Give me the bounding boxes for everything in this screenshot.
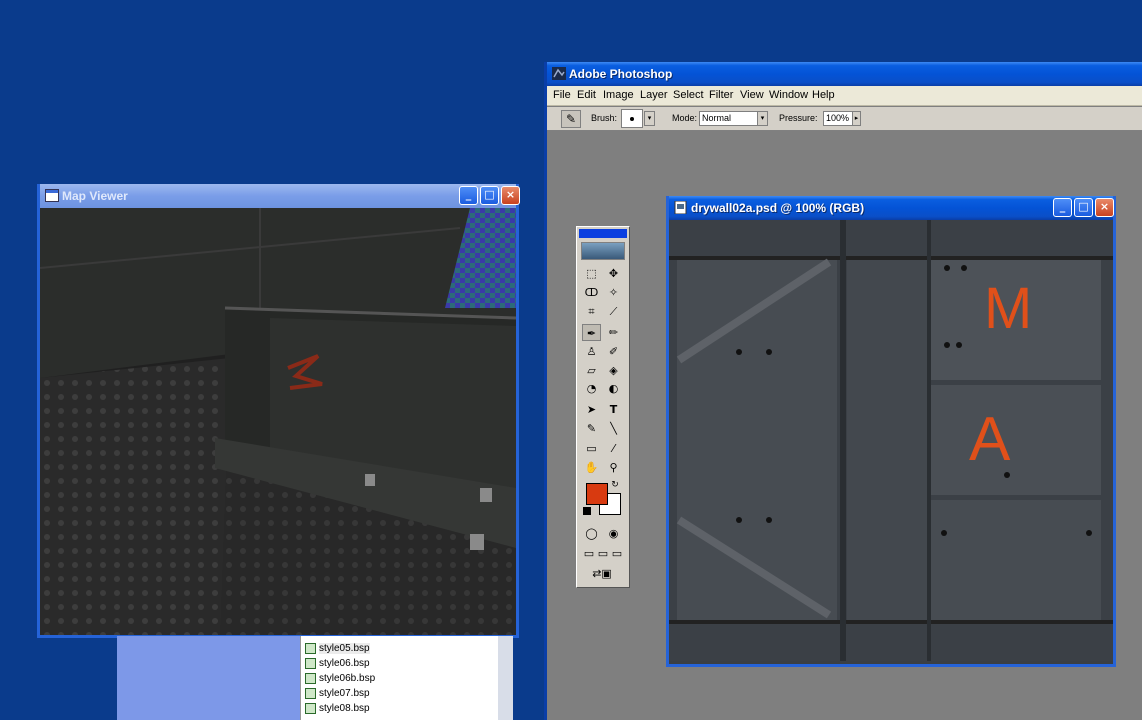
eyedropper-tool-icon[interactable]: ⁄ [604,440,623,457]
map-viewer-title: Map Viewer [62,189,128,203]
zoom-tool-icon[interactable]: ⚲ [604,459,623,476]
photoshop-title: Adobe Photoshop [569,67,673,81]
paint-letter-m: M [984,276,1032,341]
standard-mode-icon[interactable]: ◯ [582,525,601,542]
file-item[interactable]: style08.bsp [305,701,370,716]
bsp-file-icon [305,673,316,684]
pressure-slider-button[interactable]: ▸ [852,111,861,126]
mode-dropdown-button[interactable]: ▾ [757,111,768,126]
maximize-button[interactable]: □ [1074,198,1093,217]
menu-edit[interactable]: Edit [577,89,596,101]
file-item[interactable]: style07.bsp [305,686,370,701]
menu-view[interactable]: View [740,89,764,101]
file-item[interactable]: style06.bsp [305,656,370,671]
photoshop-icon [552,67,566,80]
maximize-button[interactable]: □ [480,186,499,205]
quick-mask-mode-icon[interactable]: ◉ [604,525,623,542]
brush-tool-icon[interactable]: ✎ [561,110,581,128]
magic-wand-tool-icon[interactable]: ✧ [604,284,623,301]
stamp-tool-icon[interactable]: ♙ [582,343,601,360]
menu-filter[interactable]: Filter [709,89,733,101]
crop-tool-icon[interactable]: ⌗ [582,303,601,320]
bsp-file-list[interactable]: style05.bsp style06.bsp style06b.bsp sty… [300,636,498,720]
menu-window[interactable]: Window [769,89,808,101]
airbrush-tool-icon[interactable]: ✒ [582,324,601,341]
default-colors-icon[interactable] [583,507,591,515]
menu-select[interactable]: Select [673,89,704,101]
close-button[interactable]: × [501,186,520,205]
document-icon [674,201,687,214]
drywall-texture: M A [669,220,1113,661]
file-list-scrollbar[interactable] [498,636,513,720]
marquee-tool-icon[interactable]: ⬚ [582,265,601,282]
options-bar: ✎ Brush: ▾ Mode: Normal ▾ Pressure: 100%… [547,107,1142,131]
full-screen-icon[interactable]: ▭ [610,545,624,562]
close-button[interactable]: × [1095,198,1114,217]
menu-file[interactable]: File [553,89,571,101]
bsp-file-icon [305,688,316,699]
brush-dropdown-button[interactable]: ▾ [644,111,655,126]
file-item[interactable]: style06b.bsp [305,671,375,686]
map-3d-viewport[interactable] [40,208,516,635]
texture-canvas[interactable]: M A [669,220,1113,664]
document-titlebar[interactable]: drywall02a.psd @ 100% (RGB) [669,196,1113,220]
window-icon [45,189,59,202]
mode-label: Mode: [672,113,698,123]
map-viewer-window: Map Viewer _ □ × [37,184,520,638]
path-select-tool-icon[interactable]: ➤ [582,401,601,418]
toolbox-titlebar[interactable] [579,229,627,238]
type-tool-icon[interactable]: T [604,401,623,418]
photoshop-logo-icon[interactable] [581,242,625,260]
bsp-file-icon [305,703,316,714]
full-screen-menu-icon[interactable]: ▭ [596,545,610,562]
photoshop-titlebar[interactable]: Adobe Photoshop [547,62,1142,86]
brush-dot-icon [630,117,634,121]
line-tool-icon[interactable]: ╲ [604,420,623,437]
mode-select[interactable]: Normal [699,111,759,126]
standard-screen-icon[interactable]: ▭ [582,545,596,562]
menu-image[interactable]: Image [603,89,634,101]
file-browser-panel: style05.bsp style06.bsp style06b.bsp sty… [117,636,513,720]
swap-colors-icon[interactable]: ↻ [609,479,621,491]
map-viewer-titlebar[interactable]: Map Viewer [40,184,516,208]
bsp-file-icon [305,643,316,654]
blur-tool-icon[interactable]: ◔ [582,380,601,397]
pressure-label: Pressure: [779,113,818,123]
document-title: drywall02a.psd @ 100% (RGB) [691,201,865,215]
level-scene [40,208,516,635]
eraser-tool-icon[interactable]: ▱ [582,362,601,379]
paint-letter-a: A [969,405,1011,474]
bucket-tool-icon[interactable]: ◈ [604,362,623,379]
foreground-color-swatch[interactable] [586,483,608,505]
history-brush-tool-icon[interactable]: ✐ [604,343,623,360]
menu-layer[interactable]: Layer [640,89,668,101]
pencil-tool-icon[interactable]: ✏ [604,324,623,341]
jump-to-imageready-icon[interactable]: ⇄▣ [582,565,622,582]
pen-tool-icon[interactable]: ✎ [582,420,601,437]
file-item[interactable]: style05.bsp [305,641,370,656]
pressure-field[interactable]: 100% [823,111,853,126]
dodge-tool-icon[interactable]: ◐ [604,380,623,397]
slice-tool-icon[interactable]: ⟋ [604,303,623,320]
notes-tool-icon[interactable]: ▭ [582,440,601,457]
toolbox-palette: ⬚ ✥ ↀ ✧ ⌗ ⟋ ✒ ✏ ♙ ✐ ▱ ◈ ◔ ◐ ➤ T ✎ ╲ ▭ ⁄ … [576,226,630,588]
hand-tool-icon[interactable]: ✋ [582,459,601,476]
move-tool-icon[interactable]: ✥ [604,265,623,282]
brush-label: Brush: [591,113,618,123]
lasso-tool-icon[interactable]: ↀ [582,284,601,301]
document-window: drywall02a.psd @ 100% (RGB) _ □ × M A [666,196,1116,667]
menu-bar: File Edit Image Layer Select Filter View… [547,86,1142,106]
minimize-button[interactable]: _ [459,186,478,205]
bsp-file-icon [305,658,316,669]
menu-help[interactable]: Help [812,89,835,101]
minimize-button[interactable]: _ [1053,198,1072,217]
brush-preview[interactable] [621,109,643,128]
